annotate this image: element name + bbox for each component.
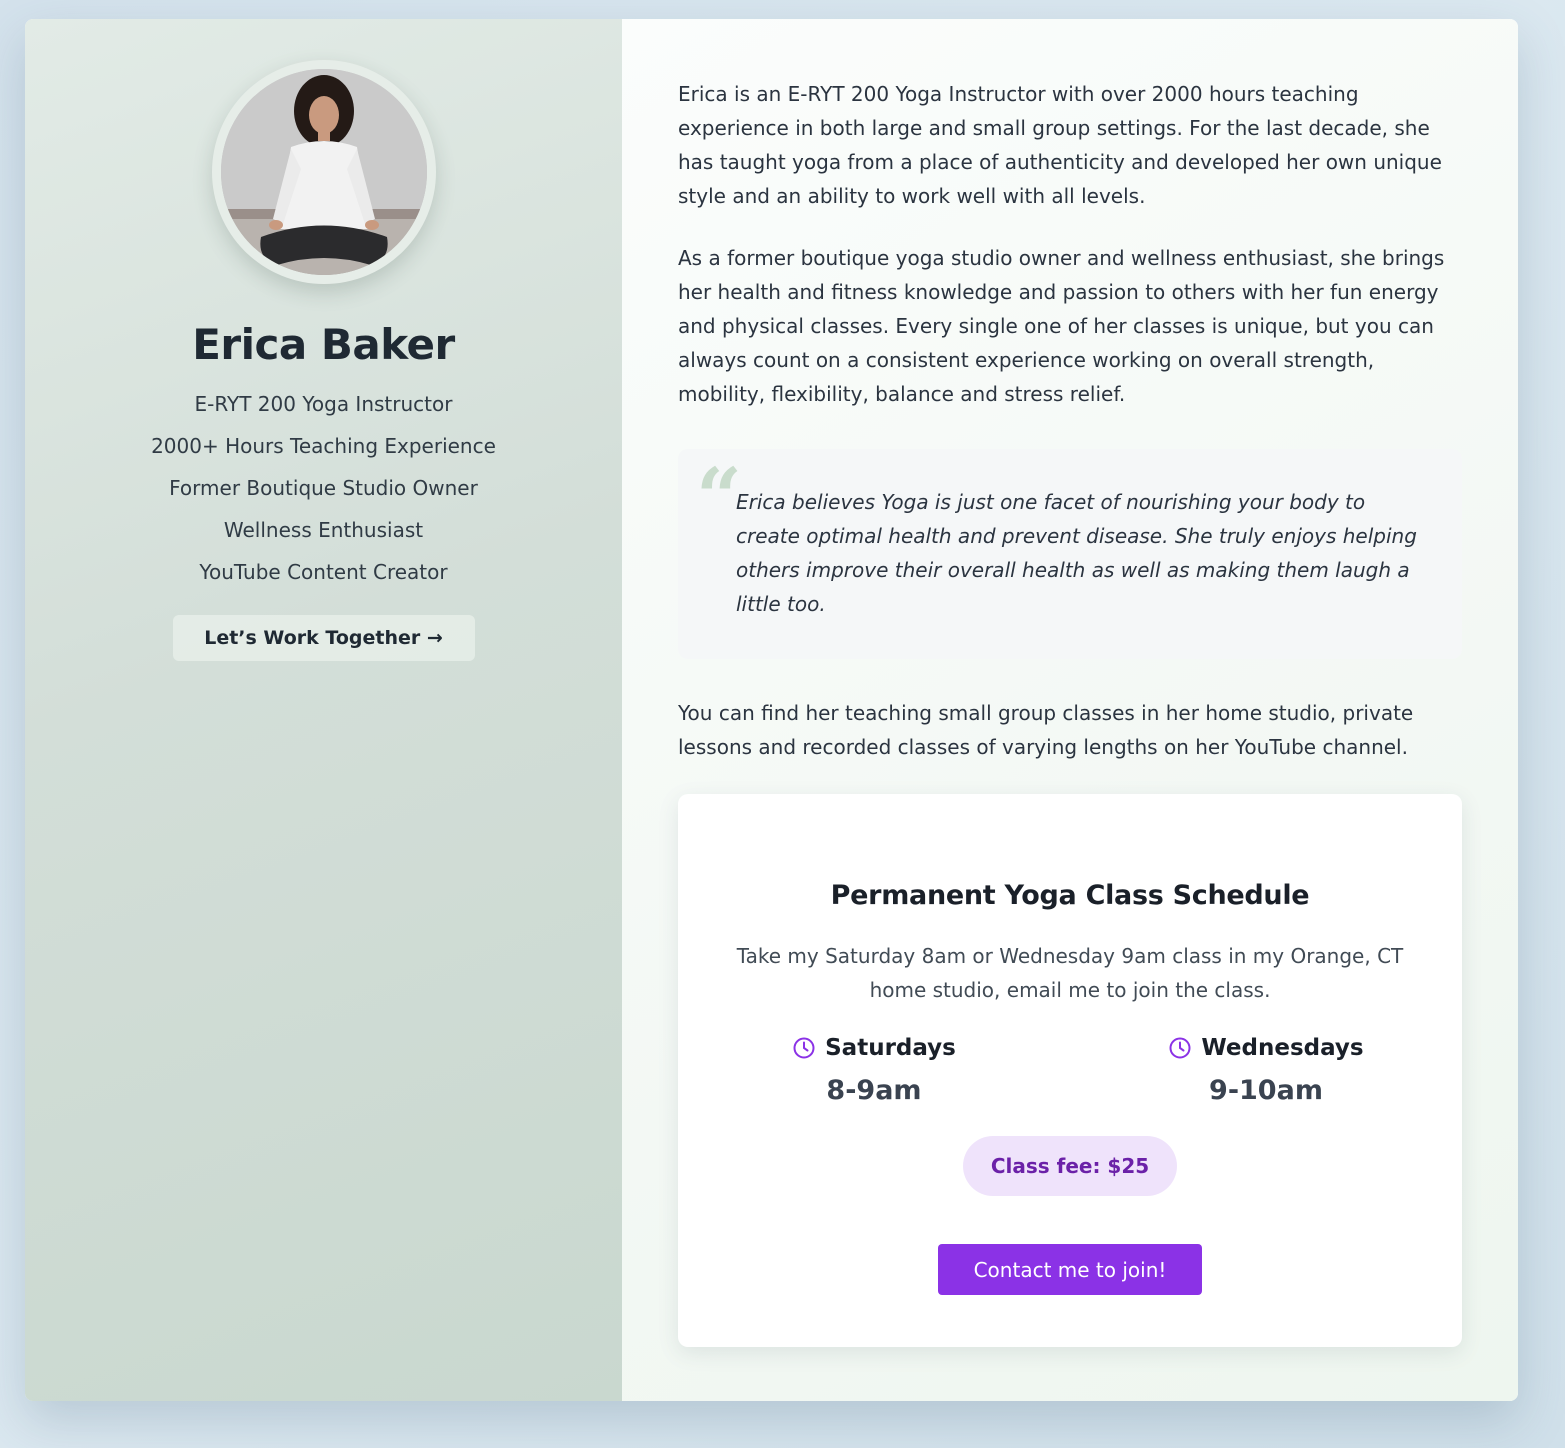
day-time: 8-9am [826, 1075, 922, 1106]
schedule-title: Permanent Yoga Class Schedule [830, 880, 1310, 911]
clock-icon [793, 1037, 815, 1059]
day-label: Saturdays [825, 1035, 956, 1061]
avatar [220, 69, 427, 275]
instructor-name: Erica Baker [192, 320, 455, 369]
schedule-days: Saturdays 8-9am Wednesdays 9-10am [678, 1035, 1462, 1106]
bio-paragraph: You can find her teaching small group cl… [678, 701, 1414, 759]
profile-card: Erica Baker E-RYT 200 Yoga Instructor 20… [25, 19, 1518, 1401]
bio-paragraph: As a former boutique yoga studio owner a… [678, 246, 1445, 406]
avatar-frame [211, 60, 436, 284]
day-heading: Saturdays [792, 1035, 956, 1061]
credential-item: 2000+ Hours Teaching Experience [151, 434, 496, 458]
bio-content: Erica is an E-RYT 200 Yoga Instructor wi… [622, 19, 1518, 1401]
credential-item: YouTube Content Creator [199, 560, 448, 584]
credential-item: Former Boutique Studio Owner [169, 476, 478, 500]
schedule-card: Permanent Yoga Class Schedule Take my Sa… [678, 794, 1462, 1347]
schedule-day-saturday: Saturdays 8-9am [678, 1035, 1070, 1106]
quote-block: “ Erica believes Yoga is just one facet … [678, 449, 1462, 659]
bio-paragraph: Erica is an E-RYT 200 Yoga Instructor wi… [678, 82, 1442, 208]
clock-icon [1169, 1037, 1191, 1059]
work-together-button[interactable]: Let’s Work Together → [172, 615, 475, 661]
day-heading: Wednesdays [1168, 1035, 1364, 1061]
quote-text: Erica believes Yoga is just one facet of… [736, 490, 1417, 616]
credential-item: Wellness Enthusiast [223, 518, 424, 542]
day-label: Wednesdays [1201, 1035, 1364, 1061]
schedule-day-wednesday: Wednesdays 9-10am [1070, 1035, 1462, 1106]
credential-item: E-RYT 200 Yoga Instructor [194, 392, 453, 416]
profile-sidebar: Erica Baker E-RYT 200 Yoga Instructor 20… [25, 19, 622, 1401]
schedule-description: Take my Saturday 8am or Wednesday 9am cl… [736, 944, 1404, 1002]
credentials-list: E-RYT 200 Yoga Instructor 2000+ Hours Te… [151, 383, 496, 593]
quote-icon: “ [696, 450, 743, 544]
day-time: 9-10am [1209, 1075, 1323, 1106]
contact-button[interactable]: Contact me to join! [938, 1244, 1202, 1295]
class-fee-badge: Class fee: $25 [962, 1136, 1178, 1196]
